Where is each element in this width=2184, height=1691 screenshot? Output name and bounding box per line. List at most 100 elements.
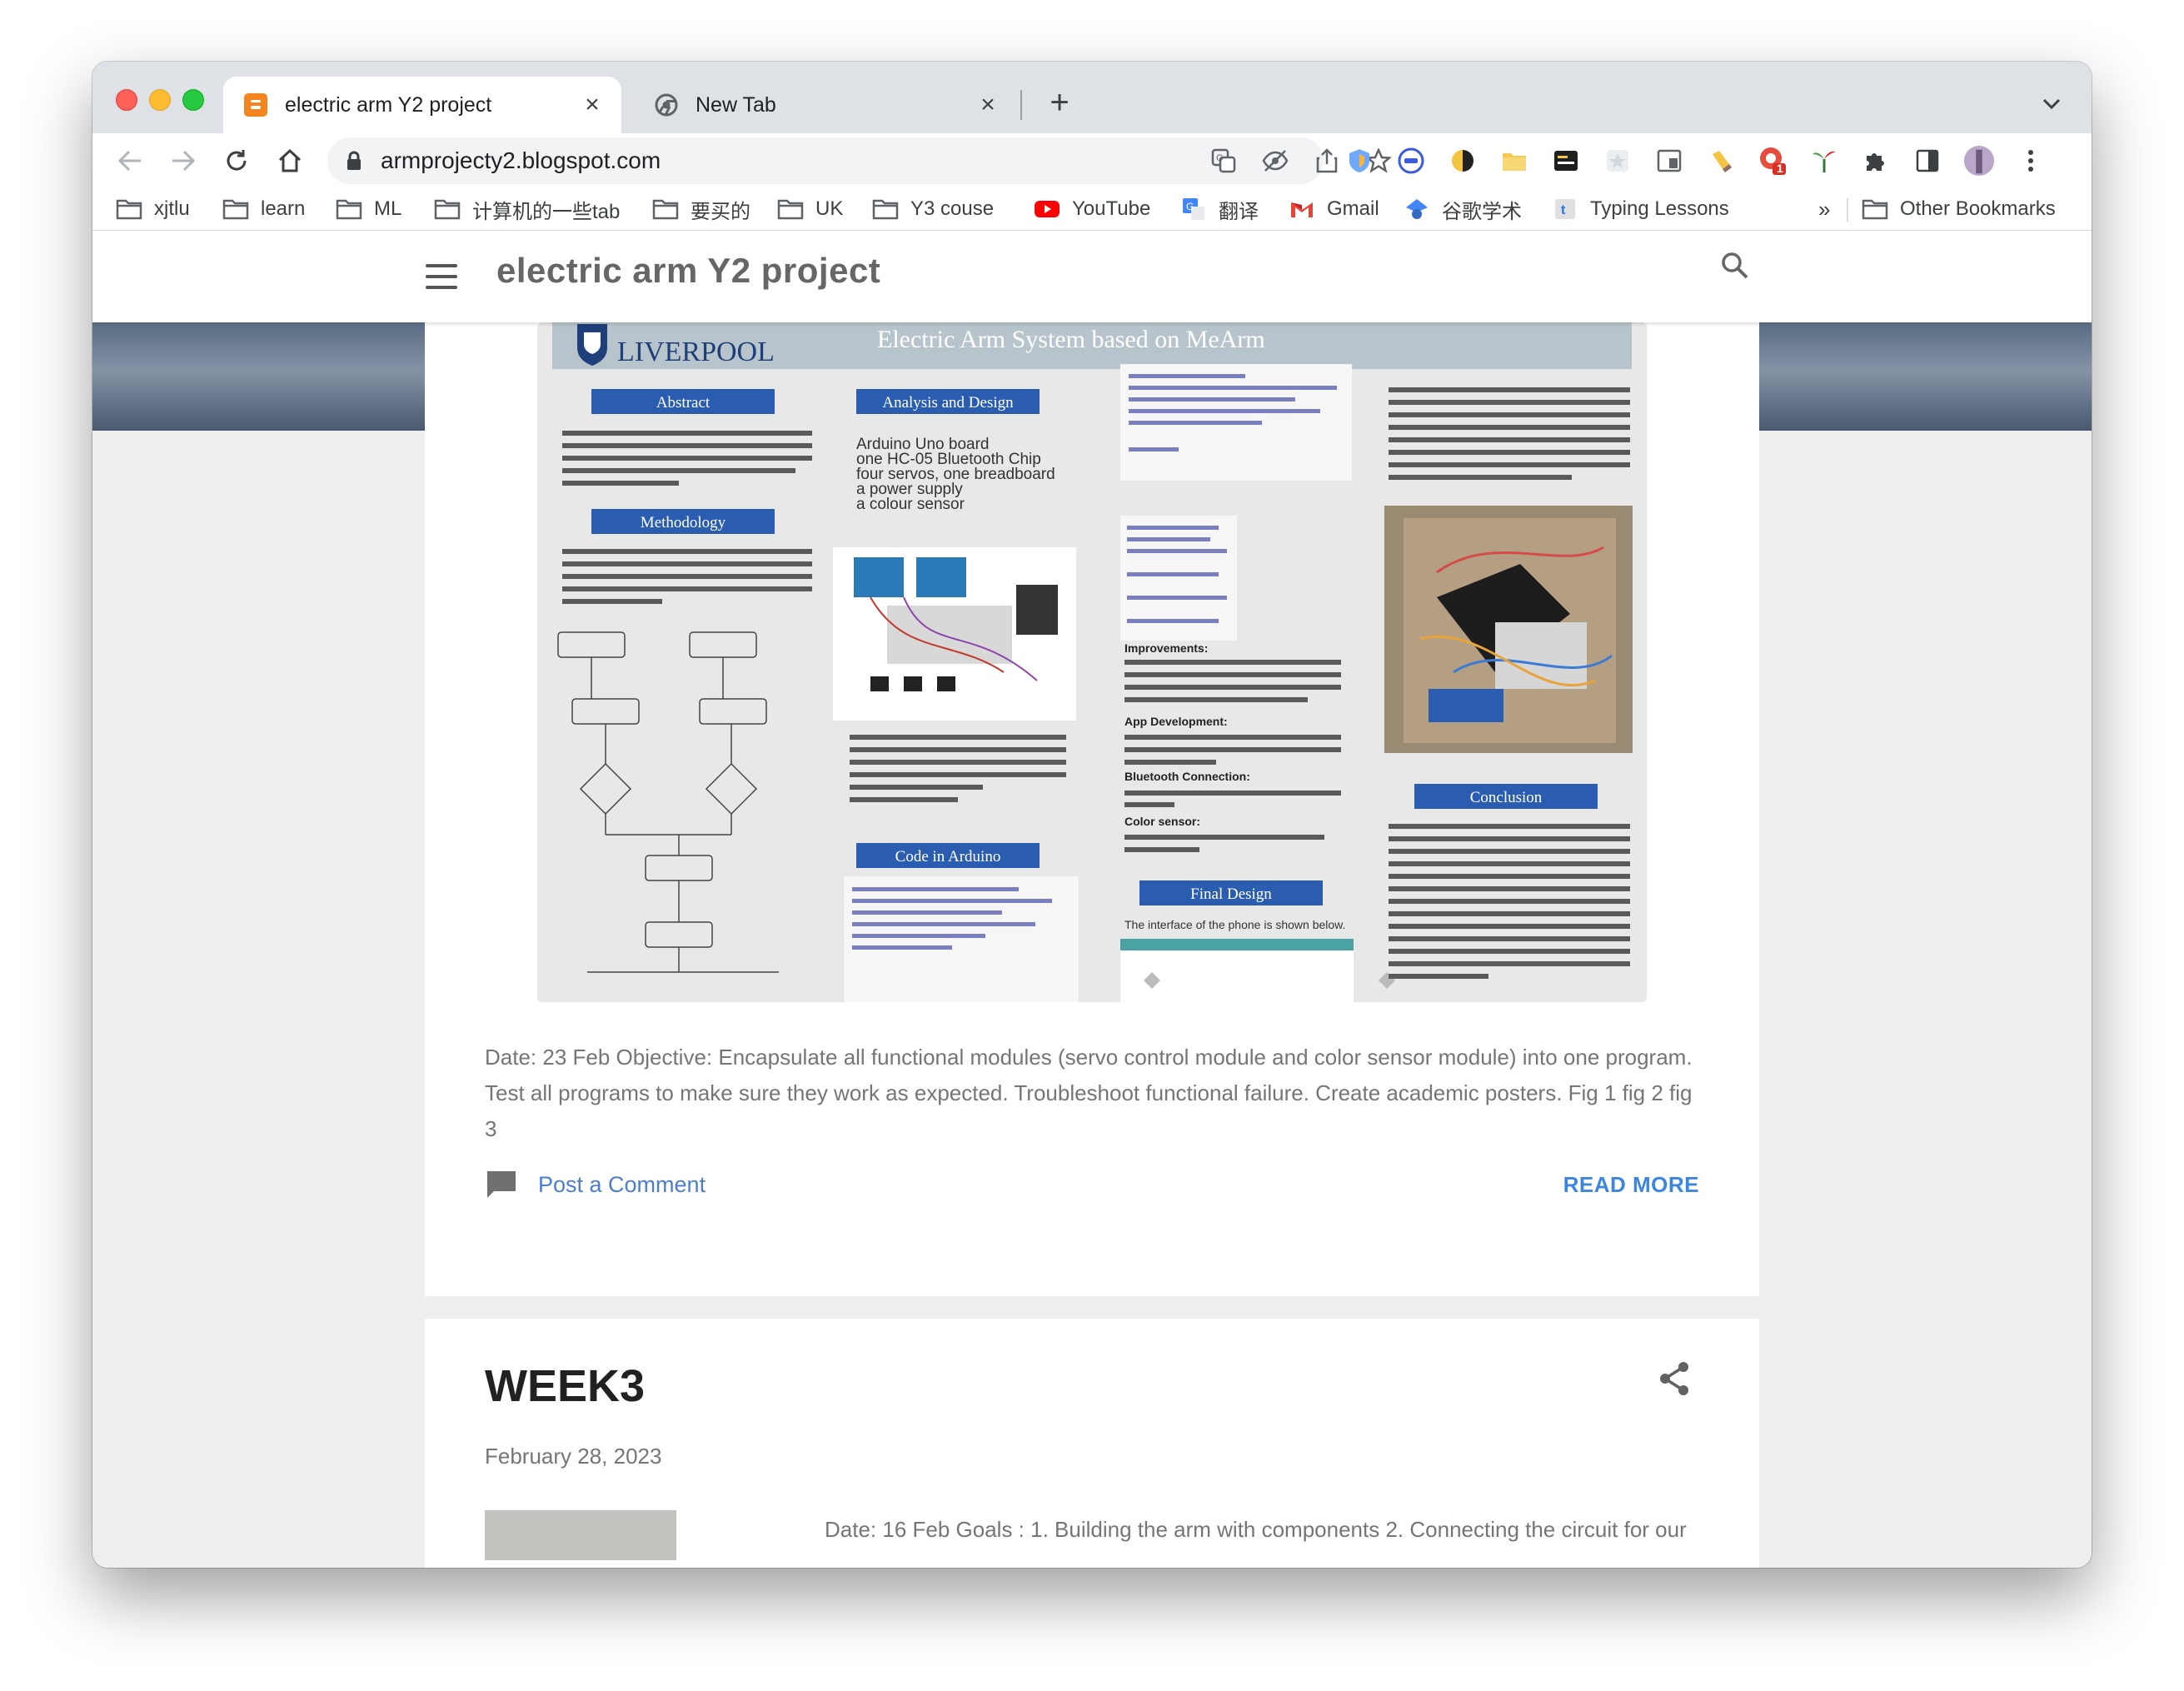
read-more-link[interactable]: READ MORE bbox=[1563, 1172, 1699, 1198]
bookmarks-separator bbox=[1847, 198, 1848, 222]
tab-electric-arm[interactable]: electric arm Y2 project × bbox=[223, 77, 621, 133]
window-extension-icon[interactable] bbox=[1653, 145, 1685, 177]
tab-strip: electric arm Y2 project × New Tab × + bbox=[92, 62, 2092, 133]
bookmarks-bar: xjtlu learn ML 计算机的一些tab 要买的 UK Y3 couse… bbox=[92, 188, 2092, 231]
bookmark-label: learn bbox=[261, 197, 306, 220]
page-content: electric arm Y2 project LIVERPOOL Electr… bbox=[92, 231, 2092, 1568]
side-panel-icon[interactable] bbox=[1912, 145, 1943, 177]
robot-arm-photo bbox=[1404, 518, 1616, 743]
browser-toolbar: armprojecty2.blogspot.com G 1 bbox=[92, 133, 2092, 188]
typing-icon: t bbox=[1552, 198, 1578, 220]
gmail-icon bbox=[1289, 198, 1315, 220]
tab-close-icon[interactable]: × bbox=[975, 92, 1000, 117]
bookmark-computer-tabs[interactable]: 计算机的一些tab bbox=[434, 196, 621, 223]
extensions-puzzle-icon[interactable] bbox=[1860, 145, 1892, 177]
zoom-window-button[interactable] bbox=[182, 89, 204, 111]
folder-icon bbox=[336, 198, 362, 220]
poster-bluetooth-heading: Bluetooth Connection: bbox=[1124, 770, 1250, 783]
broom-extension-icon[interactable] bbox=[1705, 145, 1737, 177]
forward-icon[interactable] bbox=[164, 142, 202, 180]
bookmark-label: 计算机的一些tab bbox=[472, 200, 621, 223]
share-icon[interactable] bbox=[1658, 1360, 1691, 1397]
blog-title[interactable]: electric arm Y2 project bbox=[496, 251, 880, 291]
blog-header-bar: electric arm Y2 project bbox=[92, 231, 2092, 322]
search-icon[interactable] bbox=[1718, 249, 1755, 286]
bookmark-youtube[interactable]: YouTube bbox=[1034, 196, 1150, 222]
bookmark-typing-lessons[interactable]: t Typing Lessons bbox=[1552, 196, 1729, 222]
folder-icon bbox=[222, 198, 249, 220]
eye-slash-icon[interactable] bbox=[1262, 147, 1289, 174]
hamburger-menu-icon[interactable] bbox=[426, 264, 457, 289]
scholar-icon bbox=[1404, 198, 1430, 220]
bookmark-to-buy[interactable]: 要买的 bbox=[652, 196, 750, 223]
bookmark-label: 谷歌学术 bbox=[1442, 200, 1522, 223]
bookmark-ml[interactable]: ML bbox=[336, 196, 401, 222]
post-comment-label[interactable]: Post a Comment bbox=[538, 1172, 706, 1198]
extension-shield-icon[interactable] bbox=[1344, 145, 1375, 177]
folder-icon bbox=[116, 198, 142, 220]
more-menu-icon[interactable] bbox=[2015, 145, 2047, 177]
browser-window: electric arm Y2 project × New Tab × + ar… bbox=[92, 62, 2092, 1568]
dark-mode-icon[interactable] bbox=[1447, 145, 1478, 177]
close-window-button[interactable] bbox=[116, 89, 137, 111]
bookmark-gmail[interactable]: Gmail bbox=[1289, 196, 1379, 222]
poster-final-design-text: The interface of the phone is shown belo… bbox=[1124, 918, 1345, 931]
poster-title: Electric Arm System based on MeArm bbox=[877, 326, 1265, 353]
bookmark-other-bookmarks[interactable]: Other Bookmarks bbox=[1862, 196, 2056, 222]
notification-extension-icon[interactable]: 1 bbox=[1757, 145, 1788, 177]
tab-new-tab[interactable]: New Tab × bbox=[634, 77, 1017, 133]
minimize-window-button[interactable] bbox=[149, 89, 171, 111]
post-excerpt: Date: 16 Feb Goals : 1. Building the arm… bbox=[825, 1517, 1687, 1542]
bookmark-label: Typing Lessons bbox=[1590, 197, 1729, 220]
blogger-icon bbox=[243, 92, 268, 117]
bookmark-label: ML bbox=[374, 197, 402, 220]
plant-extension-icon[interactable] bbox=[1808, 145, 1840, 177]
post-title[interactable]: WEEK3 bbox=[485, 1360, 645, 1412]
svg-text:G: G bbox=[1216, 153, 1224, 163]
bookmark-label: Y3 couse bbox=[910, 197, 995, 220]
bookmark-translate[interactable]: G 翻译 bbox=[1180, 196, 1259, 223]
terminal-extension-icon[interactable] bbox=[1550, 145, 1582, 177]
bookmark-xjtlu[interactable]: xjtlu bbox=[116, 196, 190, 222]
profile-avatar[interactable] bbox=[1963, 145, 1995, 177]
folder-icon bbox=[1862, 198, 1888, 220]
tab-close-icon[interactable]: × bbox=[580, 92, 605, 117]
bookmark-scholar[interactable]: 谷歌学术 bbox=[1404, 196, 1522, 223]
lock-icon[interactable] bbox=[346, 151, 362, 175]
new-tab-button[interactable]: + bbox=[1041, 84, 1078, 121]
translate-icon: G bbox=[1180, 198, 1207, 220]
bookmark-learn[interactable]: learn bbox=[222, 196, 305, 222]
translate-page-icon[interactable]: G bbox=[1210, 147, 1237, 174]
poster-section-analysis: Analysis and Design bbox=[882, 394, 1014, 412]
academic-poster-image[interactable]: LIVERPOOL Electric Arm System based on M… bbox=[537, 322, 1647, 1002]
url-text[interactable]: armprojecty2.blogspot.com bbox=[381, 147, 661, 174]
post-date: February 28, 2023 bbox=[485, 1444, 662, 1469]
reload-icon[interactable] bbox=[217, 142, 256, 180]
bookmarks-overflow-chevron[interactable]: » bbox=[1818, 196, 1830, 222]
chrome-icon bbox=[654, 92, 679, 117]
poster-app-heading: App Development: bbox=[1124, 715, 1228, 728]
address-bar[interactable]: armprojecty2.blogspot.com G bbox=[327, 137, 1391, 184]
folder-extension-icon[interactable] bbox=[1498, 145, 1530, 177]
bookmark-label: 要买的 bbox=[691, 200, 750, 223]
bookmark-label: YouTube bbox=[1072, 197, 1151, 220]
bookmark-label: Gmail bbox=[1327, 197, 1379, 220]
extension-badge-icon[interactable] bbox=[1395, 145, 1427, 177]
post-snippet: Date: 23 Feb Objective: Encapsulate all … bbox=[485, 1045, 1693, 1141]
post-card: LIVERPOOL Electric Arm System based on M… bbox=[425, 302, 1759, 1296]
home-icon[interactable] bbox=[271, 142, 309, 180]
star-extension-icon[interactable] bbox=[1602, 145, 1633, 177]
poster-section-code: Code in Arduino bbox=[895, 848, 1001, 865]
back-icon[interactable] bbox=[111, 142, 149, 180]
tab-search-chevron-icon[interactable] bbox=[2037, 88, 2067, 118]
bookmark-label: UK bbox=[815, 197, 844, 220]
share-page-icon[interactable] bbox=[1314, 147, 1340, 174]
post-comment-link[interactable]: Post a Comment bbox=[485, 1169, 706, 1200]
bookmark-uk[interactable]: UK bbox=[777, 196, 843, 222]
comment-icon bbox=[487, 1171, 516, 1198]
poster-section-conclusion: Conclusion bbox=[1470, 789, 1543, 806]
bookmark-y3-couse[interactable]: Y3 couse bbox=[872, 196, 994, 222]
poster-color-heading: Color sensor: bbox=[1124, 815, 1200, 828]
tab-title: New Tab bbox=[696, 92, 776, 117]
post-thumbnail[interactable] bbox=[485, 1510, 676, 1560]
